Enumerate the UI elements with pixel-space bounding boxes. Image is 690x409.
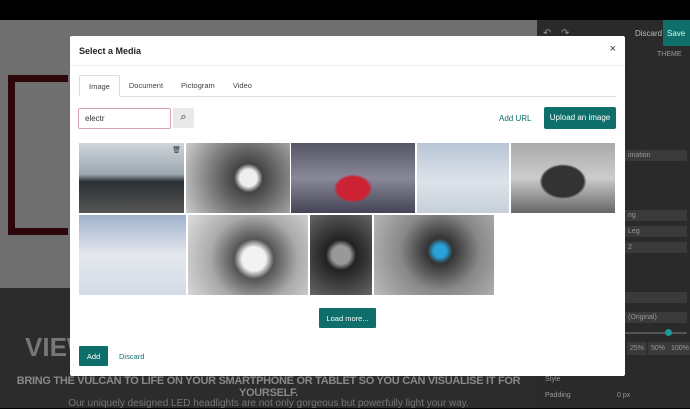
description: Our uniquely designed LED headlights are… xyxy=(68,398,469,409)
trash-icon[interactable]: 🗑 xyxy=(172,146,181,154)
tab-document[interactable]: Document xyxy=(120,75,172,96)
option-row[interactable]: imation xyxy=(625,150,687,161)
select-media-dialog: Select a Media × Image Document Pictogra… xyxy=(70,36,625,376)
load-more-button[interactable]: Load more... xyxy=(319,308,376,328)
pct-50[interactable]: 50% xyxy=(648,342,669,355)
image-white-suv-snowfield[interactable] xyxy=(79,215,186,295)
option-row[interactable]: 2 xyxy=(625,242,687,253)
padding-unit: px xyxy=(622,392,631,399)
panel-discard-button[interactable]: Discard xyxy=(635,29,662,38)
media-tabs: Image Document Pictogram Video xyxy=(79,75,616,97)
slider-track[interactable] xyxy=(625,332,687,334)
tab-image[interactable]: Image xyxy=(79,75,120,97)
padding-value: 0 xyxy=(617,392,621,399)
image-red-sports-car-garage[interactable] xyxy=(291,143,415,213)
padding-label: Padding xyxy=(545,392,571,399)
image-charging-port[interactable] xyxy=(310,215,372,295)
dialog-title: Select a Media xyxy=(79,46,142,56)
option-row[interactable] xyxy=(625,292,687,303)
upload-image-button[interactable]: Upload an image xyxy=(544,107,616,129)
pct-100[interactable]: 100% xyxy=(668,342,690,355)
padding-input[interactable]: 0 px xyxy=(617,392,630,399)
search-button[interactable]: ⌕ xyxy=(173,108,194,128)
option-row[interactable]: Leg xyxy=(625,226,687,237)
tab-theme[interactable]: THEME xyxy=(657,51,682,58)
tab-video[interactable]: Video xyxy=(224,75,261,96)
search-icon: ⌕ xyxy=(180,111,187,123)
style-label: Style xyxy=(545,376,561,383)
image-ev-charger-blue[interactable] xyxy=(374,215,494,295)
close-icon[interactable]: × xyxy=(610,43,616,55)
image-white-suv-snow[interactable] xyxy=(417,143,509,213)
tab-pictogram[interactable]: Pictogram xyxy=(172,75,224,96)
image-black-mustang-road[interactable] xyxy=(511,143,615,213)
discard-button[interactable]: Discard xyxy=(119,352,144,361)
top-bar xyxy=(0,0,690,20)
pct-25[interactable]: 25% xyxy=(627,342,648,355)
divider xyxy=(70,65,625,66)
add-button[interactable]: Add xyxy=(79,346,108,366)
save-button[interactable]: Save xyxy=(663,20,690,46)
tagline: BRING THE VULCAN TO LIFE ON YOUR SMARTPH… xyxy=(16,375,521,399)
image-ev-charger[interactable] xyxy=(186,143,290,213)
search-input[interactable]: electr xyxy=(78,108,171,129)
image-ev-charging-plug[interactable] xyxy=(188,215,308,295)
option-row[interactable]: ng xyxy=(625,210,687,221)
add-url-link[interactable]: Add URL xyxy=(499,114,531,123)
slider-handle[interactable] xyxy=(665,329,672,336)
option-row[interactable]: (Original) xyxy=(625,312,687,323)
decorative-frame xyxy=(8,75,68,235)
image-car-highway[interactable]: 🗑 xyxy=(79,143,184,213)
